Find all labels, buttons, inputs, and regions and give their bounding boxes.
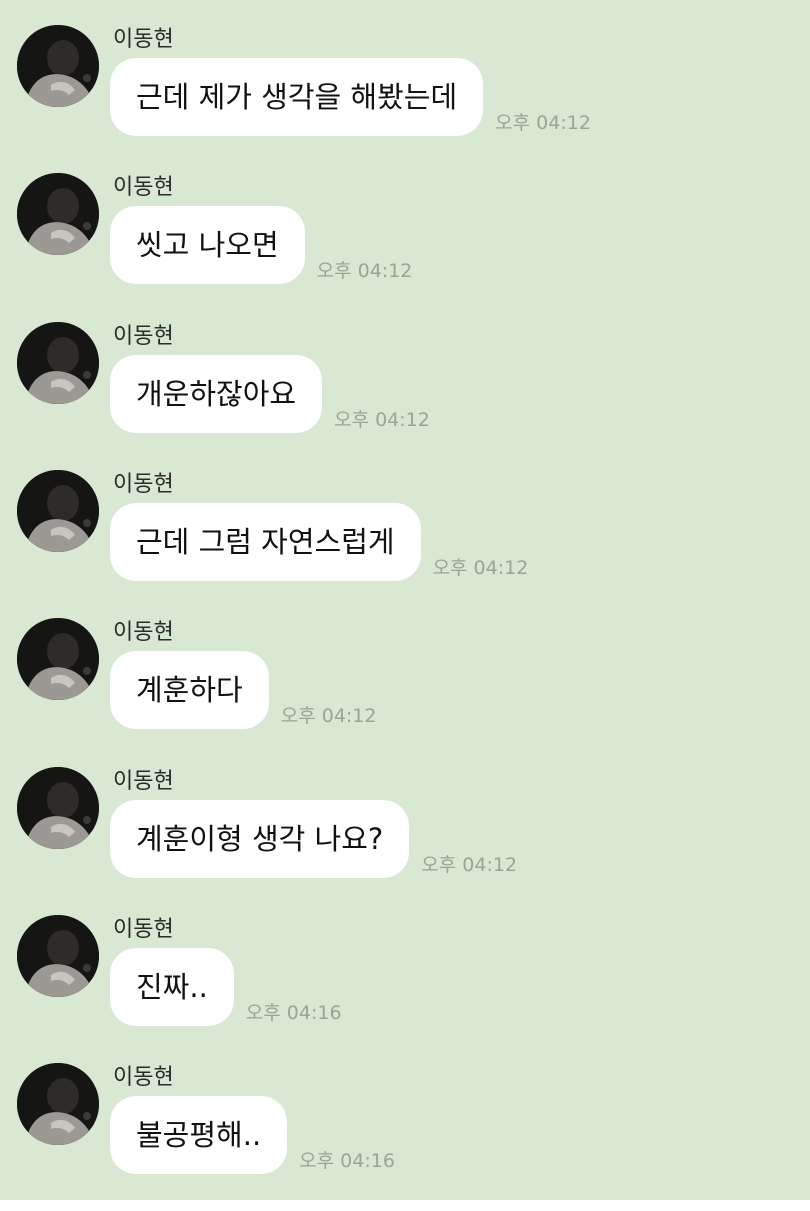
- message-bubble[interactable]: 불공평해..: [110, 1096, 288, 1174]
- profile-avatar-icon[interactable]: [17, 25, 99, 107]
- profile-avatar-icon[interactable]: [17, 470, 99, 552]
- message-item: 이동현 계훈하다 오후 04:12: [0, 618, 810, 766]
- profile-avatar-icon[interactable]: [17, 618, 99, 700]
- message-timestamp: 오후 04:12: [421, 854, 518, 876]
- sender-name: 이동현: [113, 769, 174, 794]
- profile-avatar-icon[interactable]: [17, 767, 99, 849]
- sender-name: 이동현: [113, 917, 174, 942]
- sender-name: 이동현: [113, 27, 174, 52]
- message-timestamp: 오후 04:12: [495, 112, 591, 134]
- sender-name: 이동현: [113, 620, 174, 645]
- message-row: 근데 그럼 자연스럽게 오후 04:12: [110, 503, 528, 581]
- sender-name: 이동현: [113, 1065, 174, 1090]
- profile-avatar-icon[interactable]: [17, 1063, 99, 1145]
- message-bubble[interactable]: 진짜..: [110, 948, 234, 1026]
- message-timestamp: 오후 04:12: [280, 705, 377, 727]
- message-row: 계훈하다 오후 04:12: [110, 651, 377, 729]
- profile-avatar-icon[interactable]: [17, 322, 99, 404]
- sender-name: 이동현: [113, 324, 174, 349]
- message-timestamp: 오후 04:12: [316, 260, 413, 282]
- message-row: 불공평해.. 오후 04:16: [110, 1096, 395, 1174]
- message-item: 이동현 진짜.. 오후 04:16: [0, 915, 810, 1063]
- message-bubble[interactable]: 계훈이형 생각 나요?: [110, 800, 410, 878]
- message-item: 이동현 개운하잖아요 오후 04:12: [0, 322, 810, 470]
- message-row: 근데 제가 생각을 해봤는데 오후 04:12: [110, 58, 591, 136]
- message-row: 진짜.. 오후 04:16: [110, 948, 342, 1026]
- message-timestamp: 오후 04:12: [432, 557, 529, 579]
- message-item: 이동현 근데 그럼 자연스럽게 오후 04:12: [0, 470, 810, 618]
- profile-avatar-icon[interactable]: [17, 173, 99, 255]
- message-item: 이동현 계훈이형 생각 나요? 오후 04:12: [0, 767, 810, 915]
- profile-avatar-icon[interactable]: [17, 915, 99, 997]
- message-item: 이동현 씻고 나오면 오후 04:12: [0, 173, 810, 321]
- message-timestamp: 오후 04:16: [245, 1002, 342, 1024]
- message-bubble[interactable]: 근데 제가 생각을 해봤는데: [110, 58, 484, 136]
- message-timestamp: 오후 04:16: [299, 1150, 395, 1172]
- message-bubble[interactable]: 개운하잖아요: [110, 355, 323, 433]
- message-bubble[interactable]: 씻고 나오면: [110, 206, 305, 284]
- message-row: 계훈이형 생각 나요? 오후 04:12: [110, 800, 517, 878]
- chat-room[interactable]: 이동현 근데 제가 생각을 해봤는데 오후 04:12 이동현 씻고 나오면 오…: [0, 0, 810, 1200]
- message-row: 씻고 나오면 오후 04:12: [110, 206, 412, 284]
- message-item: 이동현 불공평해.. 오후 04:16: [0, 1063, 810, 1211]
- message-bubble[interactable]: 근데 그럼 자연스럽게: [110, 503, 421, 581]
- sender-name: 이동현: [113, 472, 174, 497]
- sender-name: 이동현: [113, 175, 174, 200]
- message-timestamp: 오후 04:12: [334, 409, 430, 431]
- message-item: 이동현 근데 제가 생각을 해봤는데 오후 04:12: [0, 25, 810, 173]
- message-row: 개운하잖아요 오후 04:12: [110, 355, 430, 433]
- message-bubble[interactable]: 계훈하다: [110, 651, 269, 729]
